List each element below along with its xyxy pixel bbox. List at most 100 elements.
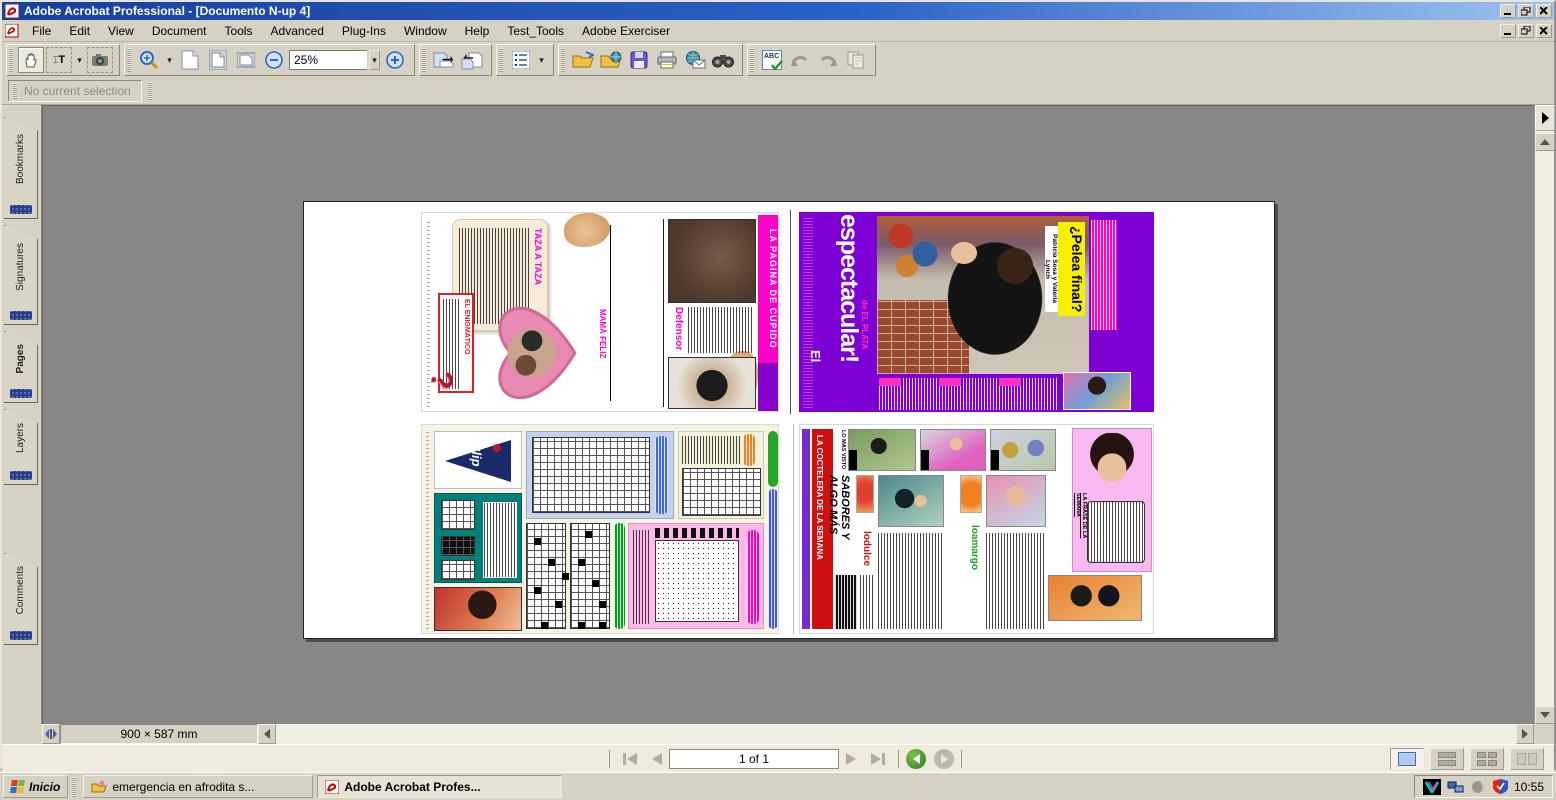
menu-plugins[interactable]: Plug-Ins xyxy=(333,22,395,40)
title-bar[interactable]: Adobe Acrobat Professional - [Documento … xyxy=(2,2,1554,20)
menu-document[interactable]: Document xyxy=(143,22,216,40)
task-window-acrobat[interactable]: Adobe Acrobat Profes... xyxy=(317,775,562,798)
security-shield-tray-icon[interactable] xyxy=(1493,779,1508,794)
snapshot-tool-button[interactable] xyxy=(87,47,113,73)
restore-button[interactable] xyxy=(1518,4,1534,18)
scroll-left-button[interactable] xyxy=(258,724,276,744)
close-button[interactable] xyxy=(1536,4,1552,18)
spellcheck-button[interactable]: ABC xyxy=(759,47,785,73)
select-text-tool-button[interactable]: ⌶T xyxy=(46,47,72,73)
email-button[interactable] xyxy=(682,47,708,73)
menu-help[interactable]: Help xyxy=(456,22,499,40)
prev-page-transition-button[interactable] xyxy=(459,47,485,73)
toolbar-grip[interactable] xyxy=(499,48,503,72)
select-tool-dropdown[interactable]: ▾ xyxy=(74,47,85,73)
tab-comments[interactable]: Comments xyxy=(4,553,38,645)
undo-button[interactable] xyxy=(787,47,813,73)
tab-comments-label: Comments xyxy=(15,566,26,614)
child-minimize-button[interactable] xyxy=(1500,24,1516,38)
v-logo-tray-icon[interactable] xyxy=(1423,779,1441,795)
network-tray-icon[interactable] xyxy=(1447,780,1465,794)
next-view-button[interactable] xyxy=(934,749,954,769)
horizontal-scroll-track[interactable] xyxy=(276,724,1516,744)
menu-view[interactable]: View xyxy=(99,22,143,40)
task-window-explorer[interactable]: emergencia en afrodita s... xyxy=(83,775,313,798)
numbered-list-button[interactable] xyxy=(508,47,534,73)
article-next-arrow-button[interactable] xyxy=(1535,105,1555,131)
tab-layers[interactable]: Layers xyxy=(4,409,38,485)
copy-button[interactable] xyxy=(843,47,869,73)
next-page-icon xyxy=(845,752,859,766)
toolbar-grip[interactable] xyxy=(127,48,131,72)
menu-window[interactable]: Window xyxy=(395,22,456,40)
next-page-transition-button[interactable] xyxy=(431,47,457,73)
single-page-view-button[interactable] xyxy=(1390,748,1424,770)
child-restore-button[interactable] xyxy=(1518,24,1534,38)
zoom-tool-dropdown[interactable]: ▾ xyxy=(164,47,175,73)
previous-page-button[interactable] xyxy=(643,748,669,770)
toolbar-grip[interactable] xyxy=(561,48,565,72)
volume-tray-icon[interactable] xyxy=(1471,780,1487,794)
fruit-photo-orange xyxy=(960,475,982,513)
document-view-area[interactable]: LA PAGINA DE CUPIDO Defensor MAMÁ FELIZ … xyxy=(42,105,1534,724)
zoom-in-tool-button[interactable] xyxy=(136,47,162,73)
beach-photo xyxy=(986,475,1046,527)
most-viewed-photo-3 xyxy=(990,429,1056,471)
redo-button[interactable] xyxy=(815,47,841,73)
next-page-button[interactable] xyxy=(839,748,865,770)
start-button[interactable]: Inicio xyxy=(3,775,68,798)
basic-tools-group: ⌶T ▾ xyxy=(6,44,120,76)
toolbar-grip[interactable] xyxy=(13,83,17,99)
list-dropdown[interactable]: ▾ xyxy=(536,47,547,73)
document-icon[interactable] xyxy=(5,24,19,38)
continuous-facing-view-button[interactable] xyxy=(1470,748,1504,770)
facing-view-button[interactable] xyxy=(1510,748,1544,770)
menu-edit[interactable]: Edit xyxy=(60,22,99,40)
document-page-canvas[interactable]: LA PAGINA DE CUPIDO Defensor MAMÁ FELIZ … xyxy=(303,201,1275,639)
first-page-button[interactable] xyxy=(617,748,643,770)
toolbar: ⌶T ▾ ▾ ▾ xyxy=(2,42,1554,78)
scroll-up-button[interactable] xyxy=(1535,133,1555,151)
open-button[interactable] xyxy=(570,47,596,73)
previous-page-icon xyxy=(649,752,663,766)
zoom-out-button[interactable] xyxy=(261,47,287,73)
zoom-in-button[interactable] xyxy=(382,47,408,73)
child-close-button[interactable] xyxy=(1536,24,1552,38)
page-number-field[interactable] xyxy=(669,749,839,769)
selection-bar: No current selection xyxy=(2,78,1554,105)
menu-adobe-exerciser[interactable]: Adobe Exerciser xyxy=(573,22,679,40)
print-button[interactable] xyxy=(654,47,680,73)
zoom-level-field[interactable] xyxy=(289,50,367,70)
menu-test-tools[interactable]: Test_Tools xyxy=(498,22,573,40)
toolbar-grip[interactable] xyxy=(148,82,152,100)
menu-tools[interactable]: Tools xyxy=(216,22,262,40)
tab-pages[interactable]: Pages xyxy=(4,331,38,403)
hand-tool-button[interactable] xyxy=(18,47,44,73)
toolbar-grip[interactable] xyxy=(422,48,426,72)
vertical-scroll-track[interactable] xyxy=(1535,151,1554,706)
save-button[interactable] xyxy=(626,47,652,73)
fit-width-button[interactable] xyxy=(233,47,259,73)
toolbar-grip[interactable] xyxy=(9,48,13,72)
menu-advanced[interactable]: Advanced xyxy=(262,22,333,40)
scroll-down-button[interactable] xyxy=(1535,706,1555,724)
zoom-level-dropdown[interactable]: ▾ xyxy=(369,50,380,70)
open-web-page-button[interactable] xyxy=(598,47,624,73)
pane-splitter-button[interactable] xyxy=(42,724,60,744)
continuous-view-button[interactable] xyxy=(1430,748,1464,770)
toolbar-grip[interactable] xyxy=(750,48,754,72)
search-button[interactable] xyxy=(710,47,736,73)
previous-view-button[interactable] xyxy=(906,749,926,769)
fit-page-button[interactable] xyxy=(205,47,231,73)
fold-line xyxy=(793,424,794,634)
tab-bookmarks[interactable]: Bookmarks xyxy=(4,117,38,219)
last-page-button[interactable] xyxy=(865,748,891,770)
separator xyxy=(609,750,610,768)
actual-size-button[interactable] xyxy=(177,47,203,73)
scroll-right-button[interactable] xyxy=(1516,724,1534,744)
tab-signatures[interactable]: Signatures xyxy=(4,225,38,325)
minimize-button[interactable] xyxy=(1500,4,1516,18)
file-group xyxy=(558,44,743,76)
menu-file[interactable]: File xyxy=(23,22,60,40)
taskbar-grip[interactable] xyxy=(72,777,76,797)
